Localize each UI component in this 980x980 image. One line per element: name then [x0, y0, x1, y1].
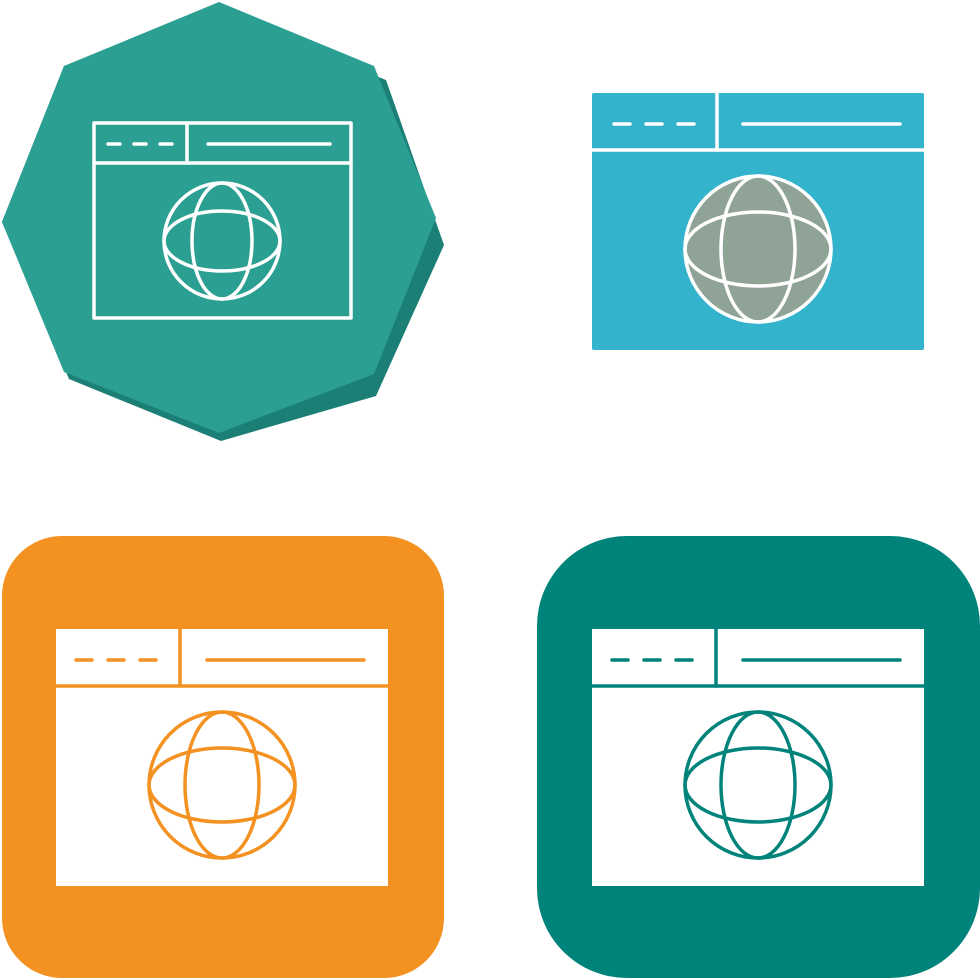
browser-globe-icon-octagon	[0, 0, 490, 490]
octagon-badge	[2, 2, 444, 441]
browser-globe-icon-flat	[490, 0, 980, 490]
orange-badge	[2, 536, 444, 978]
globe-icon	[683, 174, 833, 324]
browser-globe-icon-teal	[490, 490, 980, 980]
browser-window-icon	[54, 627, 390, 886]
browser-window-icon	[590, 627, 926, 886]
teal-badge	[537, 536, 980, 978]
browser-globe-icon-orange	[0, 490, 490, 980]
octagon-face	[2, 2, 436, 433]
flat-icon	[590, 91, 926, 350]
